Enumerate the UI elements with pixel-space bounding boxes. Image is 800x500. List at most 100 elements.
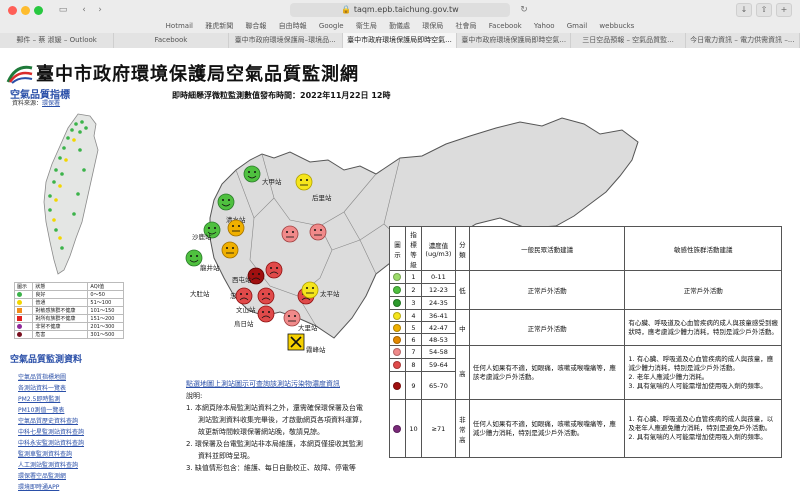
legend-header: 狀態 — [32, 282, 89, 291]
level-9-face-icon — [393, 381, 402, 390]
sensitive-advice-cell: 有心臟、呼吸道及心血管疾病的成人與孩童感受到癥狀時，應考慮減少體力消耗，特別是減… — [624, 309, 782, 346]
station-label: 太平站 — [320, 289, 340, 298]
level-4-face-icon — [393, 311, 402, 320]
sidebar-link[interactable]: 人工測站監測資料查詢 — [18, 460, 84, 471]
bookmark[interactable]: Facebook — [489, 22, 522, 30]
level-cell: 10 — [404, 399, 422, 458]
site-title[interactable]: 臺中市政府環境保護局空氣品質監測網 — [36, 60, 359, 86]
table-row: 10 ≥71 非常高 任何人如果有不適，如眼痛，咳嗽或喉嚨痛等，應減少體力消耗，… — [389, 399, 782, 458]
station-label: 烏日站 — [234, 319, 254, 328]
station-pink-1[interactable] — [281, 225, 299, 243]
reload-icon[interactable]: ↻ — [516, 4, 532, 16]
station-wufeng[interactable]: 霧峰站 — [287, 333, 326, 354]
range-cell: 36-41 — [420, 309, 456, 322]
bookmark[interactable]: 雅虎新聞 — [205, 22, 233, 30]
legend-row: 良好 0～50 — [13, 290, 124, 299]
sidebar-link[interactable]: 中科永安監測站資料查詢 — [18, 438, 84, 449]
sidebar: 空氣品質指標 資料來源：環保署 圖示 狀態 AQI值 良好 0～50 普通 51… — [0, 86, 150, 500]
general-advice-cell: 正常戶外活動 — [468, 270, 626, 310]
station-red-4[interactable] — [257, 287, 275, 305]
sidebar-link[interactable]: 監測車監測資料查詢 — [18, 449, 84, 460]
browser-tab-active[interactable]: 臺中市政府環境保護局即時空氣... — [342, 33, 458, 48]
legend-status: 非常不健康 — [32, 322, 89, 331]
sidebar-link[interactable]: 環境即時通APP — [18, 482, 84, 493]
site-logo-icon[interactable] — [6, 62, 34, 84]
sensitive-advice-cell: 1. 有心臟、呼吸道及心血管疾病的成人與孩童，以及老年人應避免體力消耗，特別是避… — [624, 399, 782, 458]
download-icon[interactable]: ↓ — [736, 3, 752, 17]
zoom-window-icon[interactable] — [34, 6, 43, 15]
station-label: 霧峰站 — [306, 345, 326, 354]
sidebar-link[interactable]: 環保署空品監測網 — [18, 471, 84, 482]
station-label: 大里站 — [298, 323, 318, 332]
range-cell: 48-53 — [420, 333, 456, 346]
col-header-general-advice: 一般民眾活動建議 — [468, 226, 626, 271]
bookmark[interactable]: 聯合報 — [245, 22, 266, 30]
legend-range: 51～100 — [87, 298, 124, 307]
station-label: 后里站 — [312, 193, 332, 202]
col-header-class: 分類 — [454, 226, 470, 271]
address-bar[interactable]: 🔒 taqm.epb.taichung.gov.tw — [290, 3, 510, 17]
station-misc-yellow[interactable] — [227, 219, 245, 237]
sidebar-link[interactable]: PM2.5即時監測 — [18, 394, 84, 405]
level-cell: 8 — [404, 358, 422, 372]
bookmark[interactable]: 自由時報 — [279, 22, 307, 30]
forward-icon[interactable]: › — [92, 4, 108, 16]
legend-status: 對所有族群不健康 — [32, 314, 89, 323]
general-advice-cell: 任何人如果有不適，如眼痛，咳嗽或喉嚨痛等，應該考慮減少戶外活動。 — [468, 345, 626, 400]
sidebar-link[interactable]: PM10測值一覽表 — [18, 405, 84, 416]
sensitive-triangle-icon — [17, 307, 22, 313]
bookmark[interactable]: Hotmail — [166, 22, 193, 30]
station-label: 沙鹿站 — [192, 232, 212, 241]
browser-tab[interactable]: Facebook — [114, 33, 229, 48]
sidebar-link[interactable]: 空氣品質歷史資料查詢 — [18, 416, 84, 427]
station-pink-2[interactable] — [309, 223, 327, 241]
legend-range: 101～150 — [87, 306, 124, 315]
class-cell: 高 — [454, 345, 470, 400]
close-window-icon[interactable] — [8, 6, 17, 15]
sidebar-link[interactable]: 中科七星監測站資料查詢 — [18, 427, 84, 438]
col-header-concentration: 濃度值 (ug/m3) — [420, 226, 456, 271]
legend-status: 普通 — [32, 298, 89, 307]
sidebar-link[interactable]: 各測站資料一覽表 — [18, 383, 84, 394]
taiwan-aqi-map[interactable] — [20, 110, 130, 280]
sidebar-toggle-icon[interactable]: ▭ — [55, 4, 71, 16]
station-dadu[interactable]: 大肚站 — [190, 289, 210, 298]
station-green-2[interactable] — [221, 241, 239, 259]
share-icon[interactable]: ⇧ — [756, 3, 772, 17]
notes-heading: 說明: — [186, 392, 203, 400]
title-bar: ▭ ‹ › 🔒 taqm.epb.taichung.gov.tw ↻ ↓ ⇧ + — [0, 0, 800, 20]
bookmark[interactable]: 衛生局 — [356, 22, 377, 30]
bookmark[interactable]: 勤儀處 — [389, 22, 410, 30]
minimize-window-icon[interactable] — [21, 6, 30, 15]
browser-tab[interactable]: 臺中市政府環境保護局–環境品... — [228, 33, 343, 48]
browser-tab[interactable]: 三日空品預報 – 空氣品質監... — [571, 33, 686, 48]
legend-range: 0～50 — [87, 290, 124, 299]
note-line: 3. 缺值情形包含：維護、每日自動校正、故障、停電等 — [186, 464, 356, 472]
bookmark[interactable]: 環保局 — [422, 22, 443, 30]
level-cell: 6 — [404, 333, 422, 346]
note-line: 1. 本網頁除本局監測站資料之外，還需確保環保署及台電 — [186, 404, 363, 412]
bookmark[interactable]: Gmail — [567, 22, 587, 30]
bookmark[interactable]: Yahoo — [534, 22, 555, 30]
back-icon[interactable]: ‹ — [76, 4, 92, 16]
station-red-3[interactable] — [235, 287, 253, 305]
range-cell: 0-11 — [420, 270, 456, 284]
legend-status: 危害 — [32, 330, 89, 339]
bookmark[interactable]: 社會局 — [456, 22, 477, 30]
legend-status: 良好 — [32, 290, 89, 299]
data-source-link[interactable]: 環保署 — [42, 100, 60, 107]
bookmark[interactable]: webbucks — [599, 22, 634, 30]
browser-tab[interactable]: 臺中市政府環境保護局即時空氣... — [457, 33, 572, 48]
legend-range: 201～300 — [87, 322, 124, 331]
legend-row: 非常不健康 201～300 — [13, 322, 124, 331]
new-tab-icon[interactable]: + — [776, 3, 792, 17]
sidebar-link[interactable]: 空氣品質指標地圖 — [18, 372, 84, 383]
station-query-link[interactable]: 點選地圖上測站圖示可查詢該測站污染物濃度資訊 — [186, 378, 374, 390]
browser-tab[interactable]: 今日電力資訊 – 電力供需資訊 –... — [685, 33, 800, 48]
note-line: 2. 環保署及台電監測站非本局維護，本網頁僅接收其監測 — [186, 440, 363, 448]
browser-tab[interactable]: 郵件 – 蔡 淑媛 – Outlook — [0, 33, 115, 48]
level-7-face-icon — [393, 348, 402, 356]
col-header-level: 指標等級 — [404, 226, 422, 271]
bookmark[interactable]: Google — [319, 22, 344, 30]
aqi-legend-table: 圖示 狀態 AQI值 良好 0～50 普通 51～100 對敏感族群不健康 10… — [13, 282, 124, 339]
